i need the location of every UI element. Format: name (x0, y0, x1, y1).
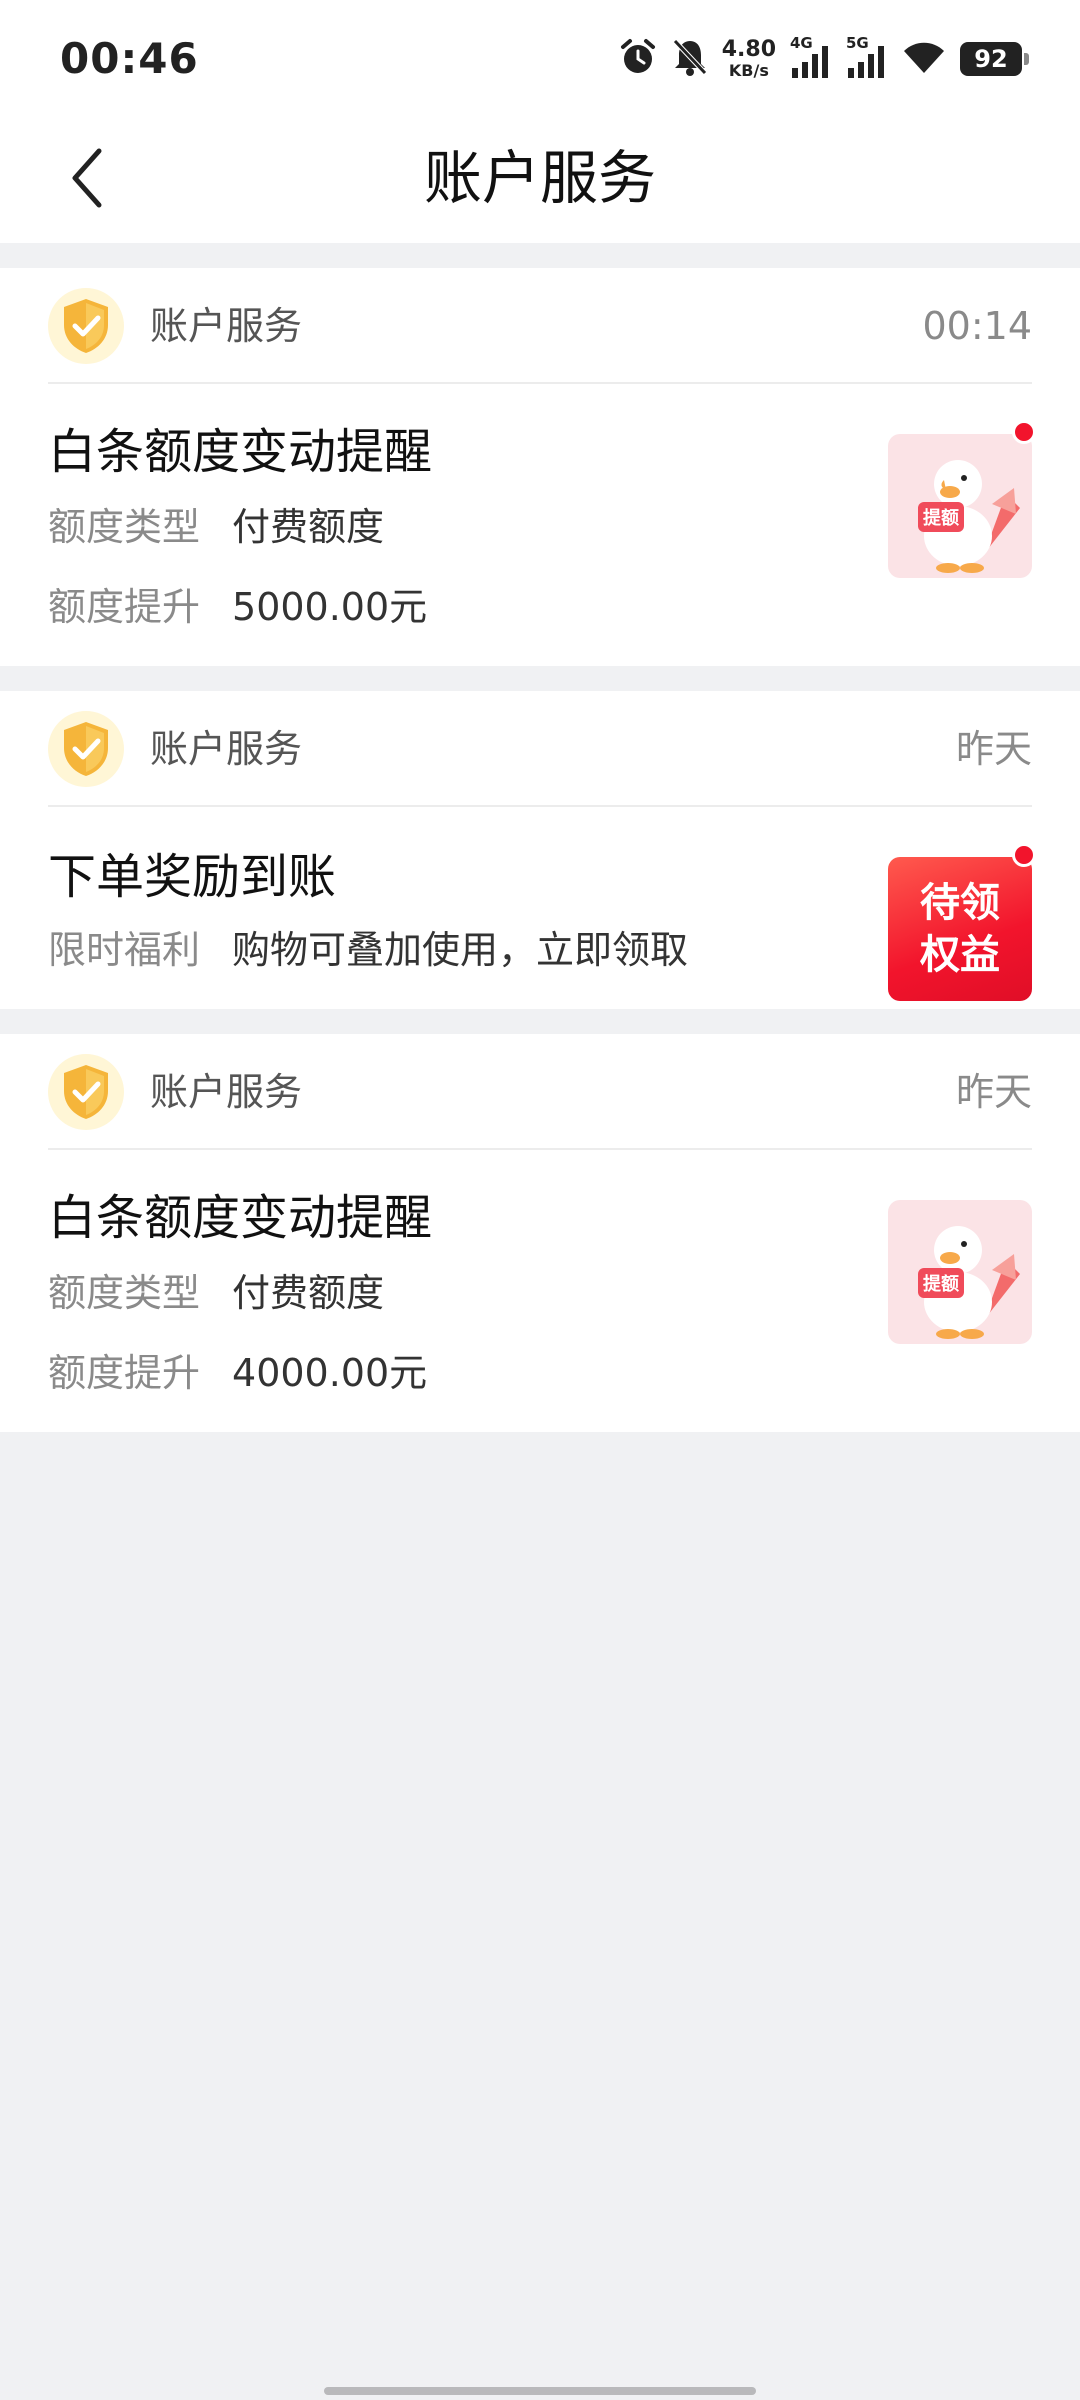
alarm-icon (618, 37, 658, 81)
card-header: 账户服务 昨天 (48, 691, 1032, 807)
reward-thumbnail: 待领 权益 (888, 857, 1032, 1001)
message-thumbnail: 提额 (888, 1200, 1032, 1344)
shield-check-icon (48, 288, 124, 364)
duck-thumbnail: 提额 (888, 1200, 1032, 1344)
status-bar: 00:46 4.80 KB/s 4G 5G 92 (0, 0, 1080, 120)
status-time: 00:46 (60, 34, 199, 83)
message-thumbnail: 待领 权益 (888, 843, 1036, 1001)
detail-value: 付费额度 (232, 505, 385, 549)
detail-key: 额度提升 (48, 1351, 201, 1395)
reward-thumb-line2: 权益 (920, 932, 1000, 978)
network-speed: 4.80 KB/s (722, 39, 776, 79)
message-time: 昨天 (955, 727, 1032, 771)
sender-name: 账户服务 (150, 727, 303, 771)
unread-dot (1012, 420, 1036, 444)
network-speed-value: 4.80 (721, 37, 776, 62)
message-time: 昨天 (955, 1070, 1032, 1114)
message-title: 白条额度变动提醒 (48, 424, 433, 480)
message-card[interactable]: 账户服务 昨天 下单奖励到账 限时福利 购物可叠加使用，立即领取 待领 权益 (0, 691, 1080, 1009)
card-header: 账户服务 昨天 (48, 1034, 1032, 1150)
svg-text:提额: 提额 (923, 1273, 959, 1295)
sender-name: 账户服务 (150, 1070, 303, 1114)
detail-row: 额度类型 付费额度 (48, 1262, 384, 1317)
detail-value: 4000.00元 (232, 1351, 428, 1395)
detail-row: 限时福利 购物可叠加使用，立即领取 (48, 919, 688, 974)
network-speed-unit: KB/s (728, 61, 769, 80)
reward-thumb-line1: 待领 (920, 880, 1000, 926)
shield-check-icon (48, 1054, 124, 1130)
message-time: 00:14 (922, 304, 1032, 348)
detail-key: 额度类型 (48, 505, 201, 549)
detail-value: 购物可叠加使用，立即领取 (232, 928, 689, 972)
message-title: 白条额度变动提醒 (48, 1190, 433, 1246)
message-card[interactable]: 账户服务 00:14 白条额度变动提醒 额度类型 付费额度 额度提升 5000.… (0, 268, 1080, 666)
detail-key: 限时福利 (48, 928, 201, 972)
detail-row: 额度类型 付费额度 (48, 496, 384, 551)
svg-text:提额: 提额 (923, 507, 959, 529)
detail-row: 额度提升 4000.00元 (48, 1342, 427, 1397)
duck-thumbnail: 提额 (888, 434, 1032, 578)
detail-key: 额度类型 (48, 1271, 201, 1315)
signal-4g-icon: 4G (790, 34, 832, 80)
nav-bar: 账户服务 (0, 120, 1080, 243)
unread-dot (1012, 843, 1036, 867)
page-title: 账户服务 (423, 144, 656, 212)
message-thumbnail: 提额 (888, 420, 1036, 578)
battery-icon: 92 (960, 42, 1029, 76)
home-indicator[interactable] (324, 2387, 756, 2395)
detail-row: 额度提升 5000.00元 (48, 576, 427, 631)
card-header: 账户服务 00:14 (48, 268, 1032, 384)
signal-5g-icon: 5G (846, 34, 888, 80)
detail-value: 5000.00元 (232, 585, 428, 629)
message-card[interactable]: 账户服务 昨天 白条额度变动提醒 额度类型 付费额度 额度提升 4000.00元… (0, 1034, 1080, 1432)
wifi-icon (902, 39, 946, 79)
shield-check-icon (48, 711, 124, 787)
detail-value: 付费额度 (232, 1271, 385, 1315)
mute-bell-icon (672, 37, 708, 81)
detail-key: 额度提升 (48, 585, 201, 629)
sender-name: 账户服务 (150, 304, 303, 348)
battery-level: 92 (974, 45, 1008, 73)
status-icons: 4.80 KB/s 4G 5G 92 (618, 34, 1029, 84)
message-title: 下单奖励到账 (48, 849, 337, 905)
